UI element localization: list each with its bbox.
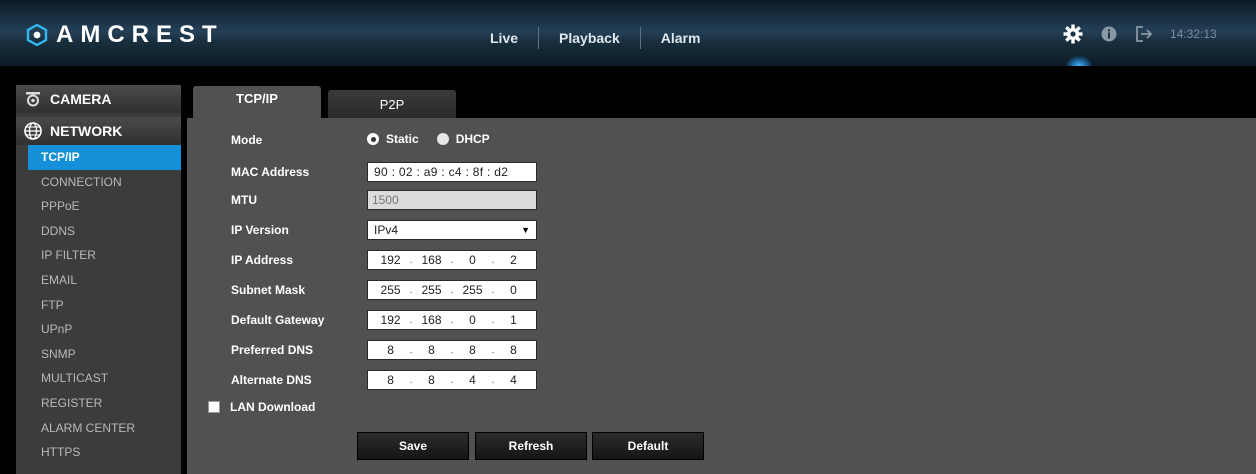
mac-octet: d2 xyxy=(494,165,509,179)
gear-icon[interactable] xyxy=(1062,23,1084,45)
ip-octet[interactable]: 168 xyxy=(418,253,446,267)
mode-label: Mode xyxy=(231,133,263,147)
ip-octet[interactable]: 0 xyxy=(458,253,486,267)
mac-octet: 02 xyxy=(398,165,413,179)
dhcp-radio-label: DHCP xyxy=(455,132,490,146)
sidebar-item-multicast[interactable]: MULTICAST xyxy=(16,366,181,391)
lan-download-row: LAN Download xyxy=(208,400,315,414)
preferred-dns-label: Preferred DNS xyxy=(231,343,314,357)
default-button[interactable]: Default xyxy=(592,432,704,460)
gateway-octet[interactable]: 192 xyxy=(377,313,405,327)
dns-octet[interactable]: 4 xyxy=(458,373,486,387)
refresh-button[interactable]: Refresh xyxy=(475,432,587,460)
nav-playback[interactable]: Playback xyxy=(539,30,640,46)
sidebar-item-register[interactable]: REGISTER xyxy=(16,391,181,416)
static-radio[interactable] xyxy=(367,133,379,145)
dropdown-arrow-icon: ▼ xyxy=(521,225,530,235)
default-gateway-label: Default Gateway xyxy=(231,313,325,327)
gateway-octet[interactable]: 0 xyxy=(458,313,486,327)
ip-octet[interactable]: 192 xyxy=(377,253,405,267)
sidebar-item-ftp[interactable]: FTP xyxy=(16,293,181,318)
dns-octet[interactable]: 8 xyxy=(418,343,446,357)
mac-octet: c4 xyxy=(448,165,462,179)
mac-address-label: MAC Address xyxy=(231,165,310,179)
sidebar-item-connection[interactable]: CONNECTION xyxy=(16,170,181,195)
sidebar-item-tcpip[interactable]: TCP/IP xyxy=(28,145,181,170)
sidebar-section-label: CAMERA xyxy=(50,91,112,107)
tab-p2p[interactable]: P2P xyxy=(328,90,456,118)
ip-address-field[interactable]: 192. 168. 0. 2 xyxy=(367,250,537,270)
dns-octet[interactable]: 4 xyxy=(499,373,527,387)
subnet-octet[interactable]: 0 xyxy=(499,283,527,297)
sidebar-item-upnp[interactable]: UPnP xyxy=(16,317,181,342)
dns-octet[interactable]: 8 xyxy=(377,373,405,387)
gateway-octet[interactable]: 168 xyxy=(418,313,446,327)
ip-octet[interactable]: 2 xyxy=(499,253,527,267)
sidebar-section-label: NETWORK xyxy=(50,123,123,139)
main-nav: Live Playback Alarm xyxy=(470,27,720,49)
settings-panel xyxy=(187,118,1256,474)
mode-radio-group: Static DHCP xyxy=(367,132,508,146)
sidebar-item-ip-filter[interactable]: IP FILTER xyxy=(16,243,181,268)
header-toolbar: 14:32:13 xyxy=(1062,23,1217,45)
clock-display: 14:32:13 xyxy=(1170,27,1217,41)
mac-octet: 90 xyxy=(374,165,388,179)
mtu-field: 1500 xyxy=(367,190,537,210)
info-icon[interactable] xyxy=(1098,23,1120,45)
ip-version-value: IPv4 xyxy=(374,223,399,237)
subnet-octet[interactable]: 255 xyxy=(458,283,486,297)
sidebar-item-snmp[interactable]: SNMP xyxy=(16,342,181,367)
top-header: AMCREST Live Playback Alarm 14:32:13 xyxy=(0,0,1256,66)
nav-alarm[interactable]: Alarm xyxy=(641,30,721,46)
ip-address-label: IP Address xyxy=(231,253,294,267)
static-radio-label: Static xyxy=(386,132,419,146)
logout-icon[interactable] xyxy=(1134,23,1156,45)
ip-version-label: IP Version xyxy=(231,223,289,237)
dns-octet[interactable]: 8 xyxy=(418,373,446,387)
mac-address-field[interactable]: 90 : 02 : a9 : c4 : 8f : d2 xyxy=(367,162,537,182)
dns-octet[interactable]: 8 xyxy=(458,343,486,357)
dns-octet[interactable]: 8 xyxy=(499,343,527,357)
sidebar-item-pppoe[interactable]: PPPoE xyxy=(16,194,181,219)
brand-logo: AMCREST xyxy=(26,21,224,48)
dhcp-radio[interactable] xyxy=(436,133,449,145)
subnet-octet[interactable]: 255 xyxy=(418,283,446,297)
sidebar-item-ddns[interactable]: DDNS xyxy=(16,219,181,244)
active-indicator xyxy=(1066,56,1092,66)
lan-download-checkbox[interactable] xyxy=(208,401,220,413)
dns-octet[interactable]: 8 xyxy=(377,343,405,357)
mac-octet: 8f xyxy=(472,165,484,179)
lan-download-label: LAN Download xyxy=(230,400,316,414)
sidebar-section-network[interactable]: NETWORK xyxy=(16,117,181,145)
camera-icon xyxy=(24,90,42,108)
nav-live[interactable]: Live xyxy=(470,30,538,46)
sidebar-item-https[interactable]: HTTPS xyxy=(16,440,181,465)
tab-tcpip[interactable]: TCP/IP xyxy=(193,86,321,118)
subnet-mask-field[interactable]: 255. 255. 255. 0 xyxy=(367,280,537,300)
sidebar-item-alarm-center[interactable]: ALARM CENTER xyxy=(16,416,181,441)
amcrest-logo-icon xyxy=(26,23,48,47)
subnet-mask-label: Subnet Mask xyxy=(231,283,306,297)
preferred-dns-field[interactable]: 8. 8. 8. 8 xyxy=(367,340,537,360)
globe-icon xyxy=(24,122,42,140)
gateway-octet[interactable]: 1 xyxy=(499,313,527,327)
default-gateway-field[interactable]: 192. 168. 0. 1 xyxy=(367,310,537,330)
sidebar-section-camera[interactable]: CAMERA xyxy=(16,85,181,113)
sidebar: CAMERA NETWORK TCP/IP CONNECTION PPPoE D… xyxy=(16,85,181,474)
mac-octet: a9 xyxy=(423,165,438,179)
alternate-dns-field[interactable]: 8. 8. 4. 4 xyxy=(367,370,537,390)
save-button[interactable]: Save xyxy=(357,432,469,460)
mtu-label: MTU xyxy=(231,193,257,207)
sidebar-item-email[interactable]: EMAIL xyxy=(16,268,181,293)
subnet-octet[interactable]: 255 xyxy=(377,283,405,297)
ip-version-select[interactable]: IPv4 ▼ xyxy=(367,220,537,240)
alternate-dns-label: Alternate DNS xyxy=(231,373,312,387)
brand-name: AMCREST xyxy=(56,21,224,48)
